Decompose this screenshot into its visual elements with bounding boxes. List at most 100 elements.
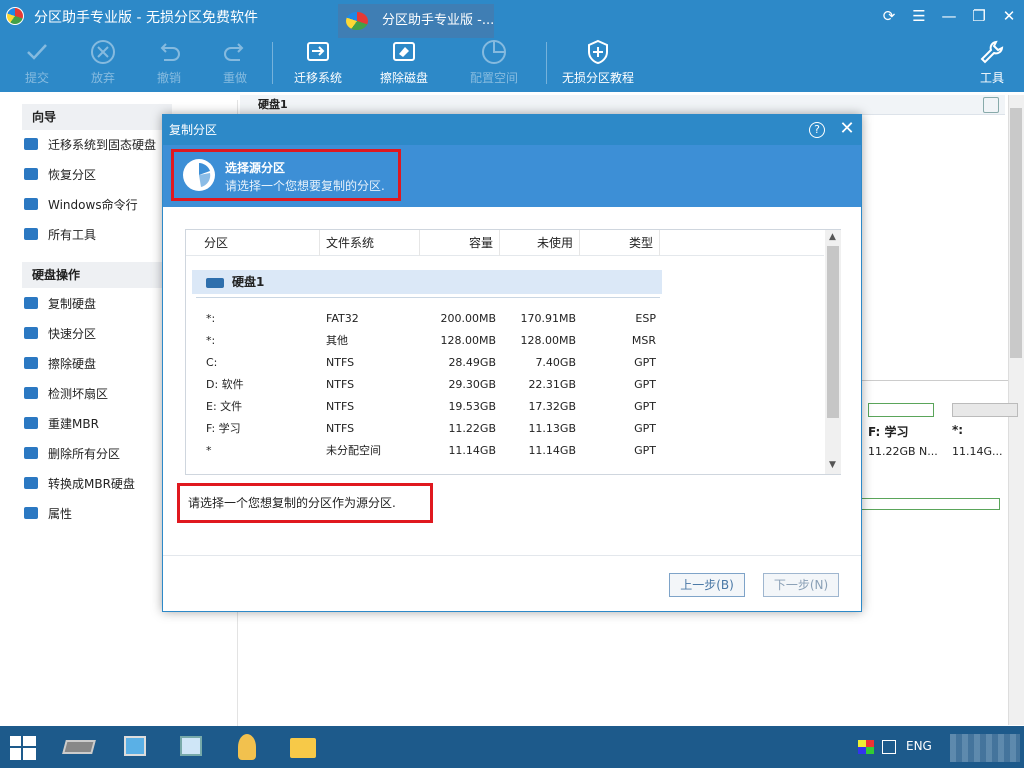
chip-icon[interactable] (60, 730, 98, 764)
type-cell: GPT (634, 422, 656, 435)
partition-cell: * (206, 444, 212, 457)
dialog-close-button[interactable]: ✕ (837, 118, 857, 140)
trash-icon (24, 447, 38, 459)
broom-icon (24, 357, 38, 369)
partition-card-label: F: 学习 (868, 425, 909, 439)
table-row[interactable]: *: 其他 128.00MB 128.00MB MSR (186, 330, 826, 352)
refresh-icon[interactable]: ⟳ (876, 4, 902, 28)
capacity-cell: 19.53GB (448, 400, 496, 413)
table-row[interactable]: E: 文件 NTFS 19.53GB 17.32GB GPT (186, 396, 826, 418)
column-header[interactable]: 文件系统 (320, 230, 420, 256)
info-icon (24, 507, 38, 519)
scroll-up-arrow-icon[interactable]: ▲ (829, 232, 836, 242)
menu-icon[interactable]: ☰ (906, 4, 932, 28)
sidebar-item-label: 快速分区 (48, 327, 97, 341)
column-header[interactable]: 未使用 (500, 230, 580, 256)
table-row[interactable]: *: FAT32 200.00MB 170.91MB ESP (186, 308, 826, 330)
partition-card-unallocated[interactable]: *: 11.14G... (952, 403, 1024, 473)
fs-cell: 其他 (326, 334, 348, 347)
column-header[interactable]: 分区 (186, 230, 320, 256)
config-space-button[interactable]: 配置空间 (466, 32, 522, 92)
disk-ops-section-title: 硬盘操作 (22, 262, 172, 288)
commit-button[interactable]: 提交 (20, 32, 54, 92)
migrate-disk-icon (307, 42, 329, 61)
partition-bar[interactable] (860, 498, 1000, 510)
lightning-icon (24, 327, 38, 339)
sidebar-item-quick-partition[interactable]: 快速分区 (24, 323, 96, 345)
table-row[interactable]: C: NTFS 28.49GB 7.40GB GPT (186, 352, 826, 374)
sidebar-item-windows-cmd[interactable]: Windows命令行 (24, 194, 138, 216)
discard-label: 放弃 (90, 71, 115, 85)
sidebar-item-all-tools[interactable]: 所有工具 (24, 224, 96, 246)
wizard-section-title: 向导 (22, 104, 172, 130)
folder-icon[interactable] (284, 730, 322, 764)
redo-button[interactable]: 重做 (218, 32, 252, 92)
sidebar-item-label: 转换成MBR硬盘 (48, 477, 135, 491)
sidebar-item-wipe-disk[interactable]: 擦除硬盘 (24, 353, 96, 375)
undo-button[interactable]: 撤销 (152, 32, 186, 92)
sidebar-item-label: 检测坏扇区 (48, 387, 109, 401)
help-button[interactable]: ? (809, 122, 825, 138)
tag-icon (24, 417, 38, 429)
undo-icon (160, 43, 180, 61)
table-scrollbar-thumb[interactable] (827, 246, 839, 418)
disk-group-row[interactable]: 硬盘1 (192, 270, 662, 294)
partition-cell: D: 软件 (206, 378, 244, 391)
window-title: 分区助手专业版 - 无损分区免费软件 (34, 10, 258, 26)
disk-divider (196, 297, 660, 298)
pie-chart-icon (482, 40, 506, 64)
hard-disk-icon (206, 278, 224, 288)
view-toggle-icon[interactable] (983, 97, 999, 113)
main-scrollbar-thumb[interactable] (1010, 108, 1022, 358)
discard-button[interactable]: 放弃 (86, 32, 120, 92)
partition-card-f[interactable]: F: 学习 11.22GB N... (868, 403, 946, 473)
next-button[interactable]: 下一步(N) (763, 573, 839, 597)
fs-cell: NTFS (326, 378, 355, 391)
sidebar-item-bad-sector[interactable]: 检测坏扇区 (24, 383, 108, 405)
tools-button[interactable]: 工具 (974, 32, 1010, 92)
tools-label: 工具 (979, 71, 1004, 85)
network-computer-icon[interactable] (116, 730, 154, 764)
type-cell: GPT (634, 378, 656, 391)
step-header: 选择源分区 请选择一个您想要复制的分区. (163, 145, 861, 207)
shield-icon (588, 39, 608, 65)
wrench-icon (980, 40, 1004, 64)
migrate-os-button[interactable]: 迁移系统 (290, 32, 346, 92)
capacity-cell: 28.49GB (448, 356, 496, 369)
search-file-icon[interactable] (228, 730, 266, 764)
close-button[interactable]: ✕ (996, 4, 1022, 28)
sidebar-item-delete-all[interactable]: 删除所有分区 (24, 443, 120, 465)
table-row[interactable]: * 未分配空间 11.14GB 11.14GB GPT (186, 440, 826, 462)
column-header[interactable]: 容量 (420, 230, 500, 256)
back-button[interactable]: 上一步(B) (669, 573, 745, 597)
app-logo-icon (6, 7, 24, 25)
sidebar-item-properties[interactable]: 属性 (24, 503, 72, 525)
wipe-disk-button[interactable]: 擦除磁盘 (376, 32, 432, 92)
sidebar-item-migrate-ssd[interactable]: 迁移系统到固态硬盘 (24, 134, 156, 156)
tray-color-icon[interactable] (858, 740, 874, 754)
tray-network-icon[interactable] (882, 740, 896, 754)
table-row[interactable]: D: 软件 NTFS 29.30GB 22.31GB GPT (186, 374, 826, 396)
windows-start-icon[interactable] (10, 736, 36, 760)
disk-group-label: 硬盘1 (232, 275, 265, 289)
sidebar-item-label: 恢复分区 (48, 168, 97, 182)
restore-button[interactable]: ❐ (966, 4, 992, 28)
windows-icon (24, 198, 38, 210)
sidebar-item-recover-partition[interactable]: 恢复分区 (24, 164, 96, 186)
column-header[interactable]: 类型 (580, 230, 660, 256)
commit-label: 提交 (24, 71, 49, 85)
sidebar-item-copy-disk[interactable]: 复制硬盘 (24, 293, 96, 315)
table-row[interactable]: F: 学习 NTFS 11.22GB 11.13GB GPT (186, 418, 826, 440)
scroll-down-arrow-icon[interactable]: ▼ (829, 460, 836, 470)
tutorial-button[interactable]: 无损分区教程 (558, 32, 638, 92)
sidebar-item-label: 重建MBR (48, 417, 99, 431)
minimize-button[interactable]: — (936, 4, 962, 28)
sidebar-item-rebuild-mbr[interactable]: 重建MBR (24, 413, 99, 435)
scan-icon (24, 387, 38, 399)
input-language[interactable]: ENG (906, 739, 932, 753)
free-cell: 128.00MB (520, 334, 576, 347)
sidebar-item-label: Windows命令行 (48, 198, 138, 212)
app-taskbar-icon (346, 12, 368, 30)
keyboard-computer-icon[interactable] (172, 730, 210, 764)
sidebar-item-convert-mbr[interactable]: 转换成MBR硬盘 (24, 473, 135, 495)
